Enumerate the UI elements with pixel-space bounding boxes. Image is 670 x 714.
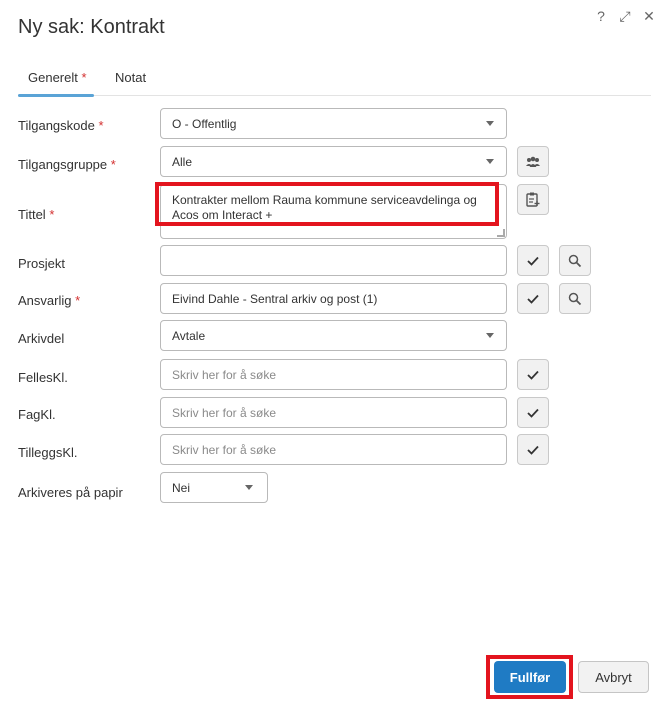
resize-handle[interactable] [497,229,505,237]
fagkl-label: FagKl. [18,407,56,422]
check-icon [527,408,539,418]
arkivdel-select[interactable]: Avtale [160,320,507,351]
required-marker: * [81,70,87,85]
felleskl-input[interactable]: Skriv her for å søke [160,359,507,390]
close-icon[interactable]: ✕ [642,8,656,25]
tab-notat[interactable]: Notat [115,70,146,85]
active-tab-indicator [18,94,94,97]
tittel-textarea[interactable]: Kontrakter mellom Rauma kommune servicea… [160,184,507,239]
fagkl-placeholder: Skriv her for å søke [172,405,277,420]
check-icon [527,370,539,380]
chevron-down-icon [486,333,494,338]
tilleggskl-placeholder: Skriv her for å søke [172,442,277,457]
chevron-down-icon [486,159,494,164]
ansvarlig-confirm-button[interactable] [517,283,549,314]
check-icon [527,256,539,266]
ansvarlig-search-button[interactable] [559,283,591,314]
tilgangsgruppe-label: Tilgangsgruppe * [18,157,116,172]
ansvarlig-label-text: Ansvarlig [18,293,72,308]
tittel-value-line-2: Acos om Interact + [172,208,273,222]
required-marker: * [98,118,104,133]
fullfor-button[interactable]: Fullfør [494,661,566,693]
chevron-down-icon [245,485,253,490]
tilgangsgruppe-select[interactable]: Alle [160,146,507,177]
tab-notat-label: Notat [115,70,147,85]
avbryt-button[interactable]: Avbryt [578,661,649,693]
template-button[interactable] [517,184,549,215]
arkiveres-pa-papir-select[interactable]: Nei [160,472,268,503]
tilleggskl-confirm-button[interactable] [517,434,549,465]
tilleggskl-label: TilleggsKl. [18,445,78,460]
tab-bar: Generelt * Notat [18,62,651,97]
required-marker: * [49,207,55,222]
ansvarlig-value: Eivind Dahle - Sentral arkiv og post (1) [172,291,378,306]
expand-icon[interactable]: ⤢ [618,8,632,25]
search-icon [568,254,582,267]
template-icon [526,192,540,207]
tilgangskode-value: O - Offentlig [172,116,237,131]
check-icon [527,445,539,455]
group-icon [526,156,540,167]
arkiveres-pa-papir-label: Arkiveres på papir [18,485,123,500]
arkivdel-value: Avtale [172,328,206,343]
fagkl-confirm-button[interactable] [517,397,549,428]
tilgangskode-select[interactable]: O - Offentlig [160,108,507,139]
dialog-header-icons: ? ⤢ ✕ [594,8,656,25]
check-icon [527,294,539,304]
tittel-label-text: Tittel [18,207,46,222]
group-picker-button[interactable] [517,146,549,177]
prosjekt-confirm-button[interactable] [517,245,549,276]
arkivdel-label: Arkivdel [18,331,65,346]
tilleggskl-input[interactable]: Skriv her for å søke [160,434,507,465]
search-icon [568,292,582,305]
prosjekt-search-button[interactable] [559,245,591,276]
chevron-down-icon [486,121,494,126]
required-marker: * [75,293,81,308]
fagkl-input[interactable]: Skriv her for å søke [160,397,507,428]
tilgangskode-label-text: Tilgangskode [18,118,95,133]
prosjekt-label: Prosjekt [18,256,65,271]
dialog-title: Ny sak: Kontrakt [18,16,165,38]
tab-generelt[interactable]: Generelt * [28,70,87,85]
question-icon[interactable]: ? [594,8,608,25]
tittel-label: Tittel * [18,207,54,222]
felleskl-placeholder: Skriv her for å søke [172,367,277,382]
tittel-value-line-1: Kontrakter mellom Rauma kommune servicea… [172,193,477,207]
felleskl-confirm-button[interactable] [517,359,549,390]
ansvarlig-input[interactable]: Eivind Dahle - Sentral arkiv og post (1) [160,283,507,314]
arkiveres-pa-papir-value: Nei [172,480,191,495]
new-case-dialog: Ny sak: Kontrakt ? ⤢ ✕ Generelt * Notat … [0,0,670,714]
tab-generelt-label: Generelt [28,70,78,85]
required-marker: * [110,157,116,172]
felleskl-label: FellesKl. [18,370,68,385]
tilgangskode-label: Tilgangskode * [18,118,104,133]
tilgangsgruppe-label-text: Tilgangsgruppe [18,157,108,172]
ansvarlig-label: Ansvarlig * [18,293,80,308]
prosjekt-input[interactable] [160,245,507,276]
tilgangsgruppe-value: Alle [172,154,193,169]
